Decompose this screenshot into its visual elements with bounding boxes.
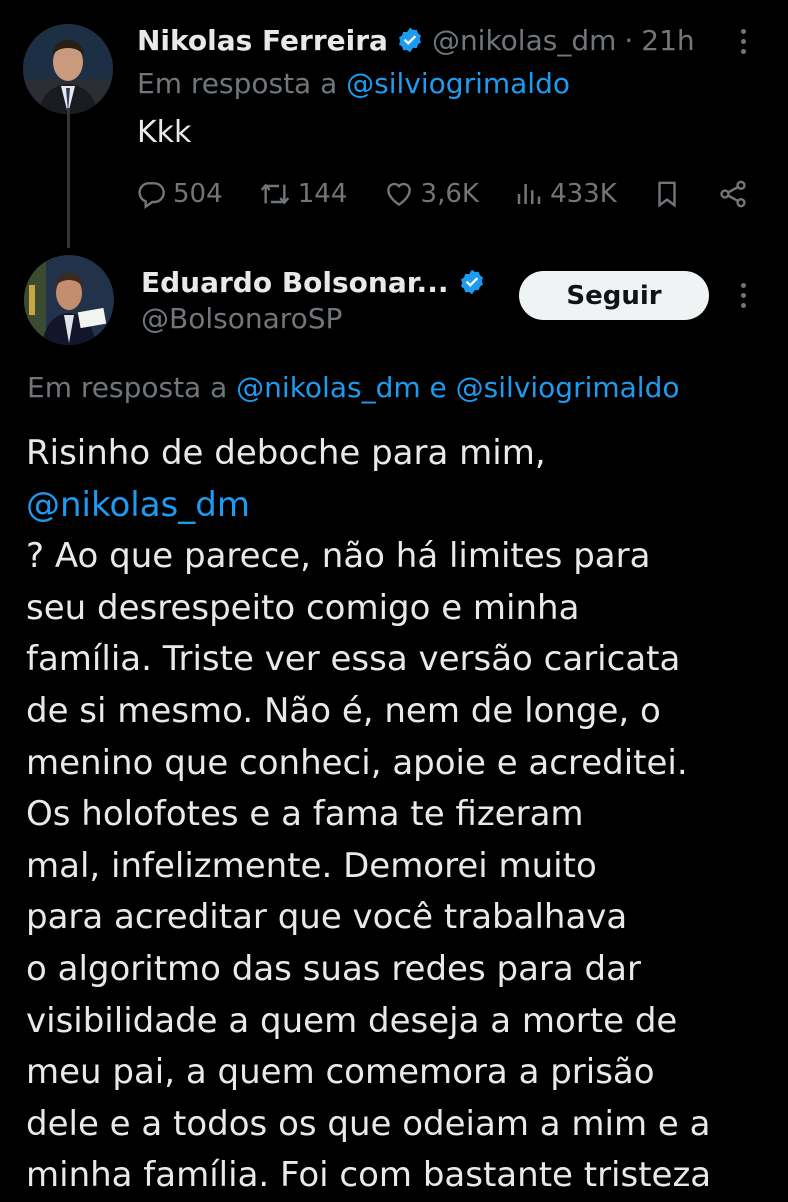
mention-conjunction: e [429, 371, 447, 404]
views-button[interactable]: 433K [514, 178, 617, 210]
follow-button[interactable]: Seguir [519, 271, 709, 320]
avatar-nikolas-image [23, 24, 113, 114]
author-handle[interactable]: @BolsonaroSP [141, 302, 342, 335]
like-button[interactable]: 3,6K [383, 178, 479, 210]
text-line: mal, infelizmente. Demorei muito [26, 845, 597, 886]
avatar-nikolas[interactable] [23, 24, 113, 114]
thread-line [67, 108, 70, 248]
author-name[interactable]: Eduardo Bolsonar... [141, 266, 448, 299]
mention-silviogrimaldo[interactable]: @silviogrimaldo [346, 67, 570, 100]
text-line: seu desrespeito comigo e minha [26, 587, 580, 628]
heart-icon [386, 182, 411, 207]
bookmark-icon [658, 181, 676, 208]
text-line: dele e a todos os que odeiam a mim e a [26, 1103, 711, 1144]
reply-context: Em resposta a @nikolas_dm e @silviogrima… [27, 371, 679, 404]
text-line: meu pai, a quem comemora a prisão [26, 1052, 655, 1093]
verified-badge-icon [461, 269, 484, 295]
reply-prefix: Em resposta a [137, 67, 338, 100]
bookmark-button[interactable] [652, 178, 682, 210]
mention-nikolas[interactable]: @nikolas_dm [236, 371, 420, 404]
text-line: família. Triste ver essa versão caricata [26, 639, 681, 680]
like-count: 3,6K [420, 179, 479, 209]
timestamp[interactable]: 21h [641, 24, 694, 57]
avatar-eduardo[interactable] [24, 255, 114, 345]
text-line: Risinho de deboche para mim, [26, 433, 546, 473]
retweet-button[interactable]: 144 [258, 178, 348, 210]
more-options-icon[interactable] [741, 283, 746, 308]
reply-count: 504 [173, 179, 223, 209]
text-line: de si mesmo. Não é, nem de longe, o [26, 690, 661, 731]
text-line: o algoritmo das suas redes para dar [26, 948, 641, 989]
avatar-eduardo-image [24, 255, 114, 345]
tweet1-header: Nikolas Ferreira @nikolas_dm · 21h [137, 20, 695, 60]
text-line: menino que conheci, apoie e acreditei. [26, 742, 688, 783]
mention-nikolas-inline[interactable]: @nikolas_dm [26, 480, 711, 532]
share-button[interactable] [717, 178, 749, 210]
author-handle[interactable]: @nikolas_dm [432, 24, 616, 57]
text-line: visibilidade a quem deseja a morte de [26, 1000, 678, 1041]
text-line: para acreditar que você trabalhava [26, 897, 628, 938]
views-icon [517, 184, 541, 204]
text-line: Os holofotes e a fama te fizeram [26, 794, 584, 835]
mention-silviogrimaldo[interactable]: @silviogrimaldo [456, 371, 680, 404]
reply-button[interactable]: 504 [135, 178, 223, 210]
more-options-icon[interactable] [741, 29, 746, 54]
action-bar: 504 144 3,6K 433K [135, 174, 749, 214]
tweet-text: Kkk [137, 115, 192, 150]
text-line: ? Ao que parece, não há limites para [26, 536, 651, 577]
tweet2-header: Eduardo Bolsonar... [141, 262, 486, 302]
reply-icon [138, 182, 165, 209]
retweet-count: 144 [297, 179, 348, 209]
share-icon [720, 180, 746, 208]
reply-prefix: Em resposta a [27, 371, 228, 404]
reply-context: Em resposta a @silviogrimaldo [137, 67, 570, 100]
separator: · [624, 23, 634, 57]
retweet-icon [260, 183, 290, 205]
text-line: minha família. Foi com bastante tristeza [26, 1155, 712, 1196]
tweet-text: Risinho de deboche para mim, @nikolas_dm… [26, 428, 711, 1202]
view-count: 433K [550, 179, 617, 209]
author-name[interactable]: Nikolas Ferreira [137, 24, 388, 57]
verified-badge-icon [398, 27, 421, 53]
